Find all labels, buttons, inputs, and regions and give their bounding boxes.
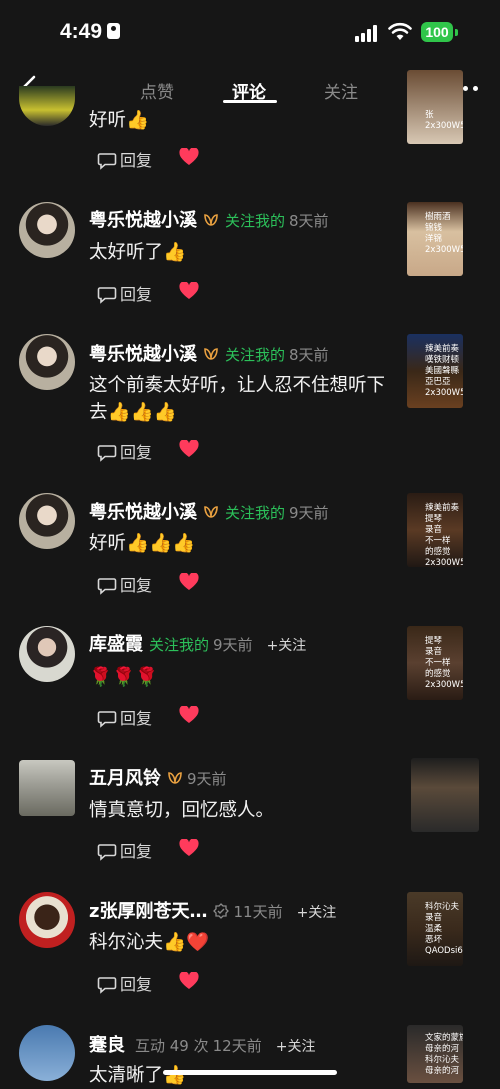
speech-bubble-icon [97, 711, 117, 728]
follows-me-tag: 关注我的 [149, 636, 210, 654]
comment-time: 9天前 [213, 636, 253, 654]
like-heart-icon[interactable] [179, 440, 199, 458]
status-time: 4:49 [60, 20, 121, 44]
username[interactable]: 粤乐悦越小溪 [89, 344, 197, 365]
speech-bubble-icon [97, 445, 117, 462]
username[interactable]: 库盛霞 [89, 634, 143, 655]
active-tab-indicator [223, 100, 277, 103]
fan-badge-icon [204, 348, 218, 360]
comment-text: 🌹🌹🌹 [89, 667, 159, 688]
speech-bubble-icon [97, 977, 117, 994]
reply-button[interactable]: 回复 [97, 838, 152, 862]
follows-me-tag: 关注我的 [225, 504, 286, 522]
comment-text: 情真意切，回忆感人。 [89, 800, 275, 821]
interaction-count: 互动 49 次 [135, 1037, 209, 1055]
comment-time: 9天前 [289, 504, 329, 522]
comment-text: 科尔沁夫👍❤️ [89, 932, 210, 953]
verified-badge-icon [213, 903, 230, 919]
comment-time: 12天前 [212, 1037, 262, 1055]
battery-cap [455, 29, 458, 36]
avatar[interactable] [19, 760, 75, 816]
follow-button[interactable]: +关注 [276, 1039, 316, 1055]
username[interactable]: 五月风铃 [89, 768, 161, 789]
reply-button[interactable]: 回复 [97, 705, 152, 729]
like-heart-icon[interactable] [179, 706, 199, 724]
wifi-icon [388, 22, 412, 40]
avatar[interactable] [19, 493, 75, 549]
avatar[interactable] [19, 626, 75, 682]
like-heart-icon[interactable] [179, 972, 199, 990]
comment-text: 这个前奏太好听，让人忍不住想听下去👍👍👍 [89, 375, 386, 423]
video-thumbnail[interactable]: 樹雨酒 锦钱 洋锦 2x300W5201 [407, 202, 463, 276]
follows-me-tag: 关注我的 [225, 212, 286, 230]
comment-time: 11天前 [233, 903, 283, 921]
video-thumbnail[interactable]: 提琴 录音 不一样 的感觉 2x300W5201 [407, 626, 463, 700]
cellular-signal-icon [355, 24, 379, 42]
video-thumbnail[interactable]: 张 2x300W5201 [407, 70, 463, 144]
like-heart-icon[interactable] [179, 148, 199, 166]
like-heart-icon[interactable] [179, 839, 199, 857]
avatar[interactable] [19, 892, 75, 948]
speech-bubble-icon [97, 844, 117, 861]
comment-text: 好听👍👍👍 [89, 533, 196, 554]
avatar[interactable] [19, 202, 75, 258]
comment-text: 好听👍 [89, 110, 150, 131]
video-thumbnail[interactable]: 辣美前奏 提琴 录音 不一样 的感觉 2x300W5201 [407, 493, 463, 567]
comment-time: 9天前 [187, 770, 227, 788]
reply-button[interactable]: 回复 [97, 439, 152, 463]
speech-bubble-icon [97, 153, 117, 170]
fan-badge-icon [168, 772, 182, 784]
tab-follows[interactable]: 关注 [324, 78, 358, 103]
fan-badge-icon [204, 214, 218, 226]
reply-button[interactable]: 回复 [97, 281, 152, 305]
tab-likes[interactable]: 点赞 [140, 78, 174, 103]
comment-text: 太清晰了👍 [89, 1065, 187, 1086]
video-thumbnail[interactable]: 文家的蒙旗 母亲的河 科尔沁夫 母亲的河 [407, 1025, 463, 1083]
comment-text: 太好听了👍 [89, 242, 187, 263]
avatar[interactable] [19, 1025, 75, 1081]
username[interactable]: 粤乐悦越小溪 [89, 210, 197, 231]
avatar[interactable] [19, 334, 75, 390]
video-thumbnail[interactable] [411, 758, 479, 832]
video-thumbnail[interactable]: 辣美前奏 嘆铁财顿 美國聲縣 亞巴亞 2x300W5201 [407, 334, 463, 408]
like-heart-icon[interactable] [179, 573, 199, 591]
fan-badge-icon [204, 506, 218, 518]
like-heart-icon[interactable] [179, 282, 199, 300]
avatar[interactable] [19, 86, 75, 126]
comment-time: 8天前 [289, 346, 329, 364]
username[interactable]: z张厚刚苍天… [89, 901, 207, 922]
follow-button[interactable]: +关注 [297, 905, 337, 921]
reply-button[interactable]: 回复 [97, 971, 152, 995]
comment-time: 8天前 [289, 212, 329, 230]
speech-bubble-icon [97, 287, 117, 304]
video-thumbnail[interactable]: 科尔沁夫 录音 温柔 恶坏 QAODsi6280 [407, 892, 463, 966]
home-indicator[interactable] [163, 1070, 337, 1075]
reply-button[interactable]: 回复 [97, 572, 152, 596]
status-bar: 4:49 100 [0, 0, 500, 66]
id-card-icon [107, 23, 121, 39]
username[interactable]: 蹇良 [89, 1035, 125, 1056]
speech-bubble-icon [97, 578, 117, 595]
username[interactable]: 粤乐悦越小溪 [89, 502, 197, 523]
follow-button[interactable]: +关注 [267, 638, 307, 654]
reply-button[interactable]: 回复 [97, 147, 152, 171]
follows-me-tag: 关注我的 [225, 346, 286, 364]
battery-indicator: 100 [421, 22, 453, 42]
